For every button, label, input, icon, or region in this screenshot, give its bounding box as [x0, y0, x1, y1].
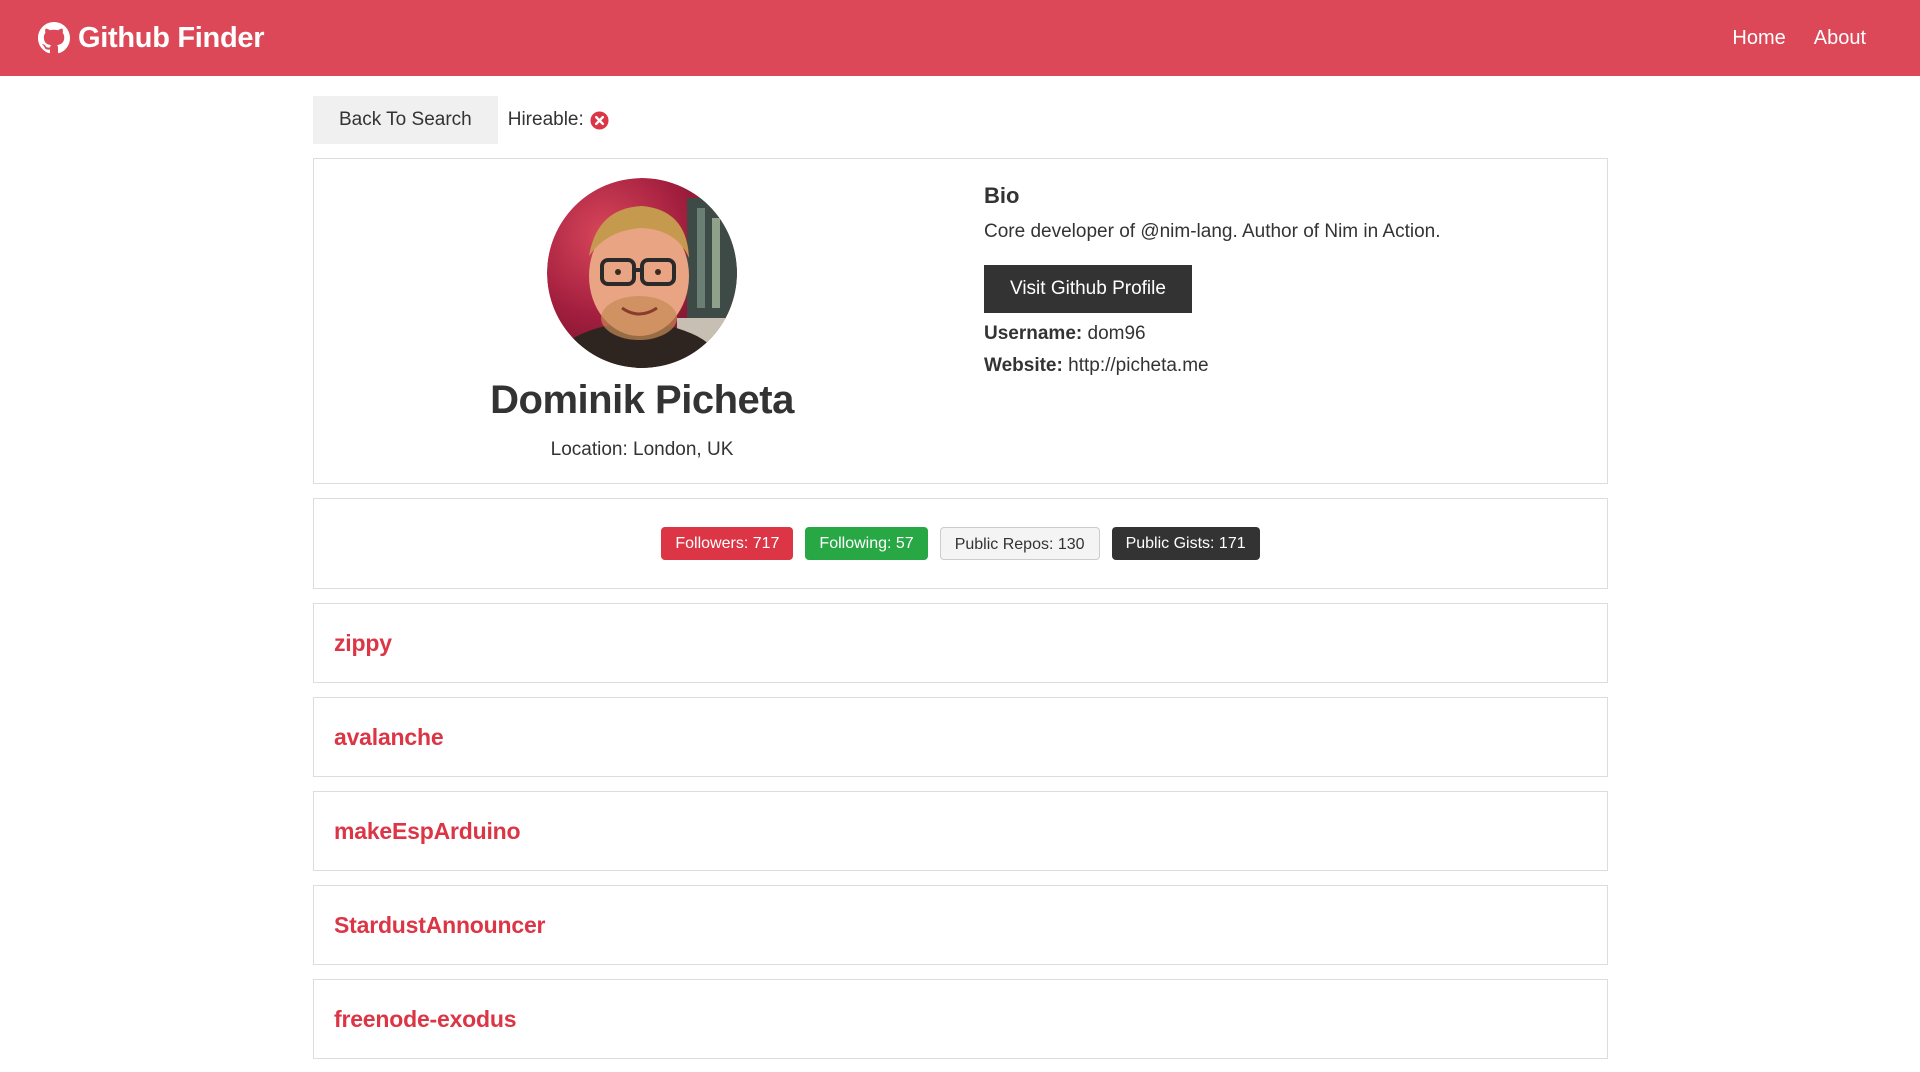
brand-link[interactable]: Github Finder — [38, 22, 264, 55]
following-badge: Following: 57 — [805, 527, 928, 560]
github-icon — [38, 22, 70, 54]
website-label: Website: — [984, 355, 1063, 376]
repo-item: freenode-exodus — [313, 979, 1608, 1059]
avatar — [547, 178, 737, 368]
profile-card: Dominik Picheta Location: London, UK Bio… — [313, 158, 1608, 484]
public-repos-badge: Public Repos: 130 — [939, 527, 1100, 560]
stats-card: Followers: 717 Following: 57 Public Repo… — [313, 498, 1608, 589]
repo-link-makeesparduino[interactable]: makeEspArduino — [334, 818, 521, 845]
repo-link-zippy[interactable]: zippy — [334, 630, 392, 657]
profile-summary: Dominik Picheta Location: London, UK — [314, 159, 970, 483]
visit-github-profile-button[interactable]: Visit Github Profile — [984, 265, 1192, 313]
public-gists-badge: Public Gists: 171 — [1111, 527, 1260, 560]
website-line: Website: http://picheta.me — [984, 355, 1607, 377]
repo-item: avalanche — [313, 697, 1608, 777]
username-line: Username: dom96 — [984, 323, 1607, 345]
bio-text: Core developer of @nim-lang. Author of N… — [984, 221, 1441, 242]
repo-link-avalanche[interactable]: avalanche — [334, 724, 444, 751]
repo-item: StardustAnnouncer — [313, 885, 1608, 965]
navbar: Github Finder Home About — [0, 0, 1920, 76]
username-value: dom96 — [1087, 323, 1146, 344]
nav-home-link[interactable]: Home — [1732, 27, 1785, 50]
brand-title: Github Finder — [78, 21, 265, 54]
followers-badge: Followers: 717 — [661, 527, 794, 560]
bio-title: Bio — [984, 183, 1020, 208]
x-circle-icon — [590, 110, 609, 130]
repo-link-freenode-exodus[interactable]: freenode-exodus — [334, 1006, 517, 1033]
repo-item: makeEspArduino — [313, 791, 1608, 871]
profile-name: Dominik Picheta — [490, 378, 794, 422]
back-to-search-button[interactable]: Back To Search — [313, 96, 498, 144]
repo-item: zippy — [313, 603, 1608, 683]
profile-details: Bio Core developer of @nim-lang. Author … — [970, 159, 1607, 483]
nav-links: Home About — [1732, 27, 1866, 50]
main-container: Back To Search Hireable: Dominik Picheta… — [313, 96, 1608, 1059]
website-value: http://picheta.me — [1068, 355, 1209, 376]
profile-location: Location: London, UK — [550, 439, 734, 460]
repo-link-stardustannouncer[interactable]: StardustAnnouncer — [334, 912, 545, 939]
action-row: Back To Search Hireable: — [313, 96, 1608, 144]
nav-about-link[interactable]: About — [1814, 27, 1866, 50]
hireable-label: Hireable: — [507, 109, 584, 130]
username-label: Username: — [984, 323, 1083, 344]
hireable-status: Hireable: — [508, 109, 609, 131]
